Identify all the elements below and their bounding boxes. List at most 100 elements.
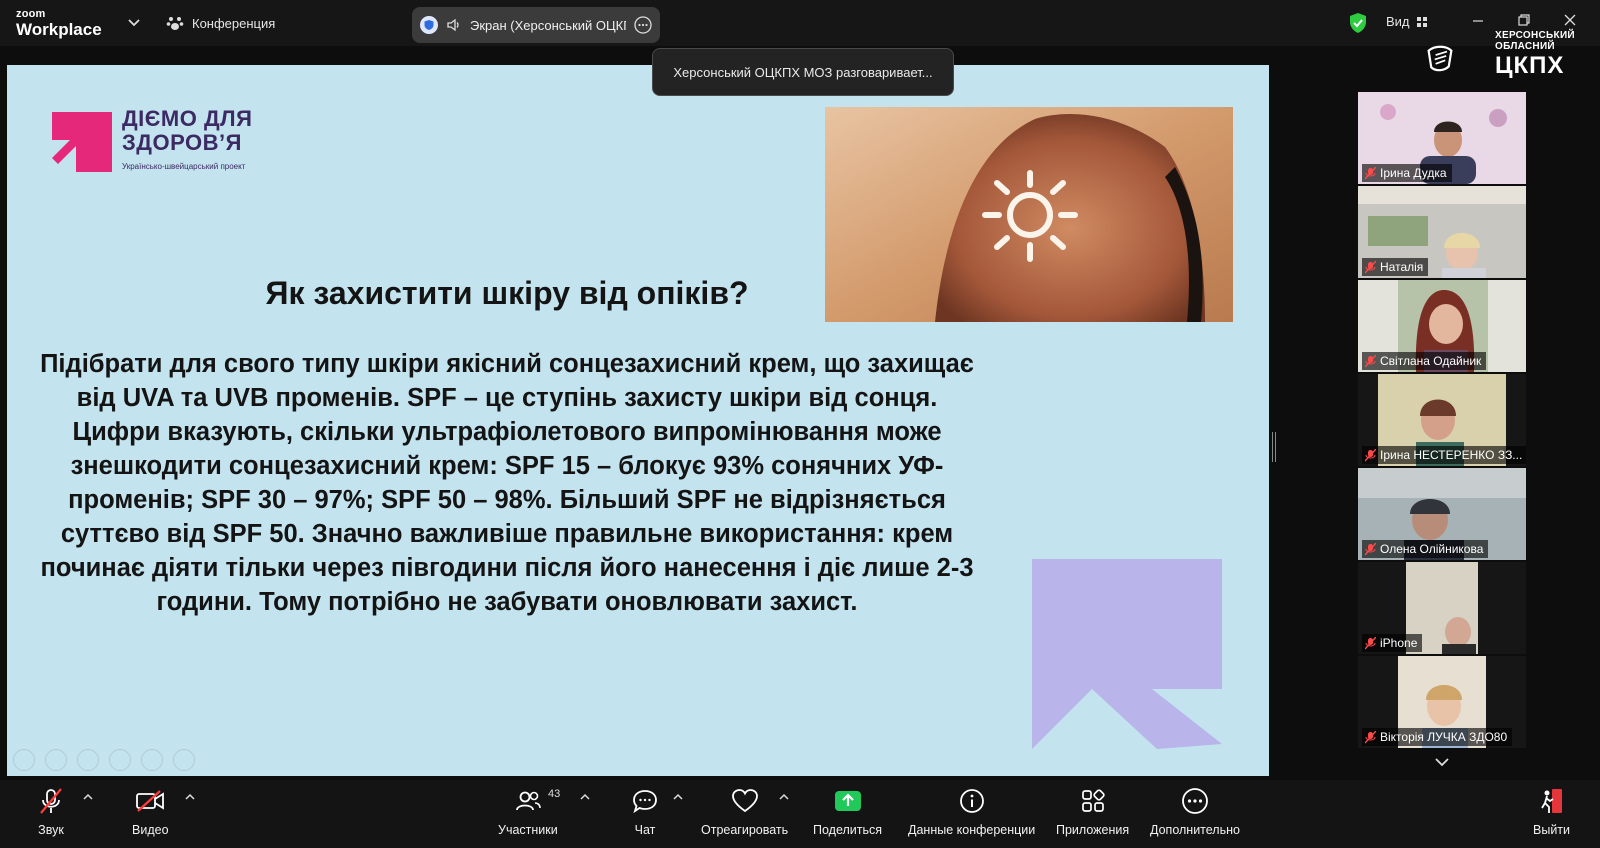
shared-slide[interactable]: ДІЄМО ДЛЯ ЗДОРОВ’Я Українсько-швейцарськ… <box>7 65 1269 776</box>
react-options-caret-icon[interactable] <box>778 792 790 802</box>
apps-label: Приложения <box>1056 823 1130 837</box>
share-label: Поделиться <box>813 823 883 837</box>
leave-label: Выйти <box>1533 823 1571 837</box>
meeting-info-label: Данные конференции <box>908 823 1036 837</box>
participants-count: 43 <box>548 788 561 800</box>
muted-mic-icon <box>1365 730 1376 743</box>
chat-button[interactable]: Чат <box>632 786 658 837</box>
brand-arrow-logo-icon <box>52 112 112 172</box>
participants-options-caret-icon[interactable] <box>579 792 591 802</box>
screen-share-pill[interactable]: Экран (Херсонський ОЦКП <box>412 7 660 43</box>
conference-menu[interactable]: Конференция <box>166 14 275 32</box>
slide-brand-line-1: ДІЄМО ДЛЯ <box>122 106 253 131</box>
participant-name-tag: iPhone <box>1362 634 1423 652</box>
slide-title: Як захистити шкіру від опіків? <box>265 275 749 311</box>
participants-icon <box>515 791 541 811</box>
logo-small-text: zoom <box>16 8 46 20</box>
audio-button[interactable]: Звук <box>38 786 64 837</box>
participant-name-tag: Наталія <box>1362 258 1429 276</box>
share-button[interactable]: Поделиться <box>813 786 882 837</box>
more-icon <box>1182 788 1208 814</box>
participant-name: Світлана Одайник <box>1380 354 1482 368</box>
shield-icon <box>420 16 438 34</box>
participant-tile[interactable]: Ірина НЕСТЕРЕНКО ЗЗ... <box>1358 374 1526 466</box>
meeting-info-button[interactable]: Данные конференции <box>908 786 1035 837</box>
participant-tile[interactable]: iPhone <box>1358 562 1526 654</box>
gallery-scroll-down-icon[interactable] <box>1430 754 1454 770</box>
muted-mic-icon <box>1365 260 1376 273</box>
apps-button[interactable]: Приложения <box>1056 786 1129 837</box>
screen-share-title: Экран (Херсонський ОЦКП <box>470 17 626 33</box>
muted-mic-icon <box>1365 354 1376 367</box>
view-button[interactable]: Вид <box>1386 14 1428 29</box>
muted-mic-icon <box>1365 636 1376 649</box>
participant-name-tag: Ірина Дудка <box>1362 164 1452 182</box>
pen-icon[interactable] <box>77 749 99 771</box>
more-slide-options-icon[interactable] <box>173 749 195 771</box>
chat-options-caret-icon[interactable] <box>672 792 684 802</box>
participant-name: Наталія <box>1380 260 1424 274</box>
participant-name-tag: Олена Олійникова <box>1362 540 1489 558</box>
participant-tile[interactable]: Ірина Дудка <box>1358 92 1526 184</box>
slide-body-text: Підібрати для свого типу шкіри якісний с… <box>40 350 974 616</box>
logo-big-text: Workplace <box>16 20 102 39</box>
muted-mic-icon <box>1365 448 1376 461</box>
brand-line-1: ХЕРСОНСЬКИЙ <box>1495 30 1575 41</box>
leave-door-icon <box>1540 789 1562 813</box>
split-resize-handle[interactable] <box>1272 432 1276 462</box>
audio-label: Звук <box>38 823 64 837</box>
meeting-toolbar: Звук Видео Участники 43 Чат Отреагироват… <box>0 780 1600 848</box>
prev-slide-icon[interactable] <box>13 749 35 771</box>
restore-icon[interactable] <box>1516 12 1532 28</box>
participant-name: Ірина НЕСТЕРЕНКО ЗЗ... <box>1380 448 1523 462</box>
video-button[interactable]: Видео <box>132 786 169 837</box>
zoom-icon[interactable] <box>141 749 163 771</box>
top-bar: zoom Workplace Конференция Экран (Херсон… <box>0 0 1600 46</box>
brand-line-2: ОБЛАСНИЙ <box>1495 41 1555 52</box>
slide-brand-name: ДІЄМО ДЛЯ ЗДОРОВ’Я <box>122 107 252 155</box>
conference-label: Конференция <box>192 15 276 31</box>
participants-label: Участники <box>498 823 558 837</box>
participant-tile[interactable]: Світлана Одайник <box>1358 280 1526 372</box>
participant-name: Ірина Дудка <box>1380 166 1447 180</box>
chat-icon <box>633 790 657 814</box>
brand-line-3: ЦКПХ <box>1495 52 1565 79</box>
participant-tile[interactable]: Наталія <box>1358 186 1526 278</box>
participant-name-tag: Вікторія ЛУЧКА ЗДО80 <box>1362 728 1513 746</box>
paw-icon <box>166 17 184 30</box>
more-options-icon[interactable] <box>634 16 652 34</box>
kherson-center-logo-icon <box>1427 45 1453 72</box>
more-label: Дополнительно <box>1150 823 1240 837</box>
apps-icon <box>1081 789 1105 812</box>
audio-options-caret-icon[interactable] <box>82 792 94 802</box>
participant-name-tag: Ірина НЕСТЕРЕНКО ЗЗ... <box>1362 446 1526 464</box>
chat-label: Чат <box>634 823 656 837</box>
participant-name: Олена Олійникова <box>1380 542 1484 556</box>
muted-mic-icon <box>1365 542 1376 555</box>
zoom-workplace-logo[interactable]: zoom Workplace <box>16 8 102 39</box>
video-label: Видео <box>132 823 169 837</box>
next-slide-icon[interactable] <box>45 749 67 771</box>
more-button[interactable]: Дополнительно <box>1150 786 1240 837</box>
muted-mic-icon <box>1365 166 1376 179</box>
leave-button[interactable]: Выйти <box>1533 786 1570 837</box>
participant-tile[interactable]: Вікторія ЛУЧКА ЗДО80 <box>1358 656 1526 748</box>
video-options-caret-icon[interactable] <box>184 792 196 802</box>
participant-name: iPhone <box>1380 636 1418 650</box>
slides-icon[interactable] <box>109 749 131 771</box>
camera-off-icon <box>136 790 165 812</box>
participant-tile[interactable]: Олена Олійникова <box>1358 468 1526 560</box>
heart-icon <box>731 789 758 813</box>
react-button[interactable]: Отреагировать <box>701 786 788 837</box>
security-shield-icon[interactable] <box>1348 12 1368 34</box>
slide-brand-line-2: ЗДОРОВ’Я <box>122 130 242 155</box>
decorative-arrow-icon <box>1032 559 1222 749</box>
close-icon[interactable] <box>1562 12 1578 28</box>
slide-brand-subtitle: Українсько-швейцарський проект <box>122 162 246 171</box>
info-icon <box>959 789 984 813</box>
slide-controls <box>13 749 195 771</box>
participant-gallery: Ірина Дудка Наталія Світлана Одайник Іри… <box>1358 92 1526 750</box>
chevron-down-icon[interactable] <box>126 14 142 30</box>
react-label: Отреагировать <box>701 823 789 837</box>
mic-muted-icon <box>40 788 62 814</box>
